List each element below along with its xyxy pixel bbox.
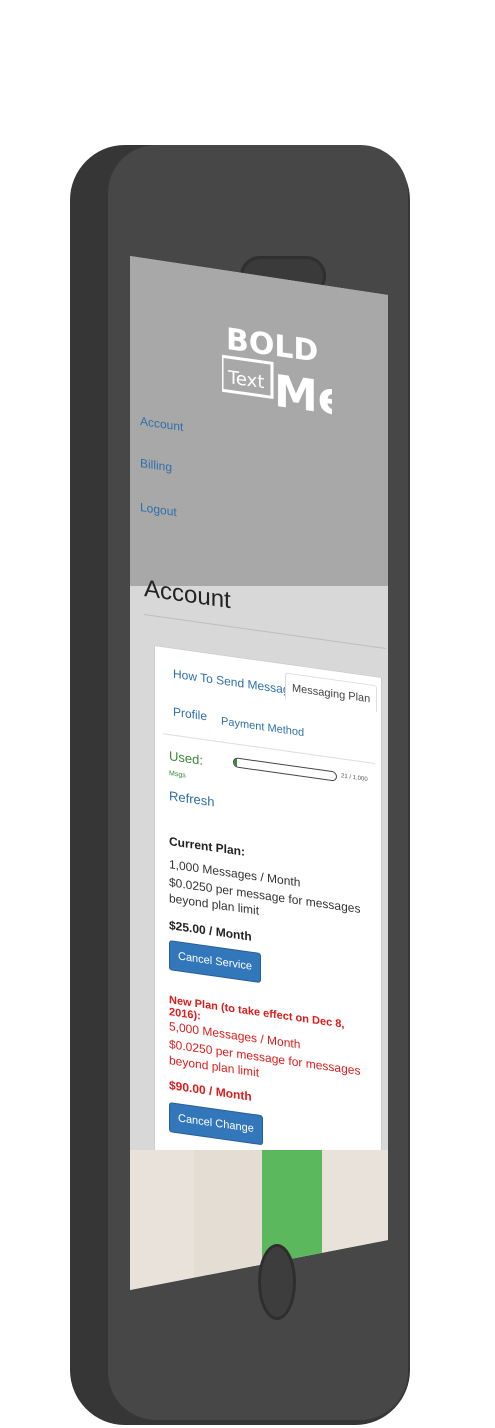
nav-billing-link[interactable]: Billing [140,456,172,474]
tab-how-to-send-messages[interactable]: How To Send Messages [173,667,302,699]
nav-logout-link[interactable]: Logout [140,500,177,519]
cancel-service-button[interactable]: Cancel Service [169,940,261,984]
logo-me-word: Me [274,366,332,427]
bottom-nav-segment[interactable] [130,1150,194,1290]
current-plan-title: Current Plan: [169,834,246,859]
home-button[interactable] [258,1244,296,1320]
usage-progress-bar [233,757,337,782]
tab-payment-method[interactable]: Payment Method [221,715,304,739]
tab-profile[interactable]: Profile [173,705,207,724]
tab-messaging-plan[interactable]: Messaging Plan [285,672,378,713]
usage-progress-text: 21 / 1,000 [341,773,368,784]
refresh-link[interactable]: Refresh [169,788,215,809]
new-plan-price: $90.00 / Month [169,1078,252,1104]
boldtextme-logo: BOLD Text Me [222,322,332,427]
cancel-change-button[interactable]: Cancel Change [169,1102,263,1146]
app-header: BOLD Text Me Account Billing Logout [130,256,388,586]
msgs-label: Msgs [169,770,186,780]
used-label: Used: [169,748,203,768]
logo-text-word: Text [227,367,264,393]
usage-progress-fill [234,758,238,767]
nav-account-link[interactable]: Account [140,414,183,434]
current-plan-price: $25.00 / Month [169,918,252,944]
